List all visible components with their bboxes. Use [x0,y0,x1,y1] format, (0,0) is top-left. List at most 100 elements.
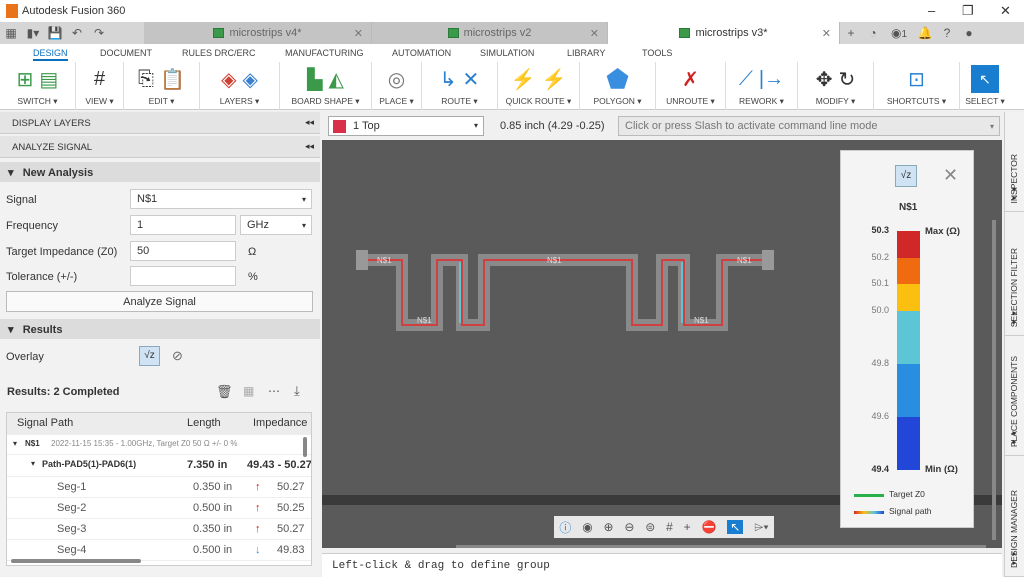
canvas-horizontal-scrollbar[interactable] [456,545,986,548]
segment-row[interactable]: Seg-3 0.350 in ↑ 50.27 [7,519,311,540]
legend-tick: 49.4 [871,464,889,474]
origin-icon[interactable]: + [684,520,691,534]
display-layers-header[interactable]: DISPLAY LAYERS ◂◂ [0,112,320,134]
layer-select[interactable]: 1 Top ▾ [328,116,484,136]
tab-microstrips-v2[interactable]: microstrips v2 ✕ [372,22,608,44]
tab-automation[interactable]: AUTOMATION [392,44,451,58]
help-icon[interactable]: ? [936,26,958,40]
tolerance-input[interactable] [130,266,236,286]
tab-library[interactable]: LIBRARY [567,44,605,58]
quick-route-group[interactable]: ⚡ ⚡ QUICK ROUTE ▾ [498,62,580,110]
segment-impedance: 50.25 [277,502,305,514]
place-group[interactable]: ◎ PLACE ▾ [372,62,422,110]
col-length[interactable]: Length [187,417,221,429]
select-group[interactable]: ↖ SELECT ▾ [960,62,1010,110]
display-settings-icon[interactable]: ⌲▾ [754,520,768,535]
pad-5 [356,250,368,270]
expand-icon[interactable]: ▾ [13,439,17,448]
legend-band [897,284,920,311]
switch-group[interactable]: ⊞ ▤ SWITCH ▾ [0,62,76,110]
close-button[interactable]: ✕ [1000,3,1011,19]
segment-row[interactable]: Seg-2 0.500 in ↑ 50.25 [7,498,311,519]
new-tab-icon[interactable]: + [840,26,862,40]
restore-button[interactable]: ❐ [962,3,974,19]
stop-icon[interactable]: ⛔ [701,520,716,534]
redo-icon[interactable]: ↷ [88,26,110,40]
rework-group[interactable]: ⟋ |→ REWORK ▾ [726,62,798,110]
polygon-group[interactable]: ⬟ POLYGON ▾ [580,62,656,110]
notification-bell-icon[interactable]: 🔔 [914,26,936,40]
col-impedance[interactable]: Impedance [253,417,307,429]
unroute-group[interactable]: ✗ UNROUTE ▾ [656,62,726,110]
overlay-on-icon[interactable]: √z [139,346,160,366]
delete-icon[interactable]: 🗑 [216,384,233,400]
tab-simulation[interactable]: SIMULATION [480,44,534,58]
tab-tools[interactable]: TOOLS [642,44,672,58]
segment-row[interactable]: Seg-1 0.350 in ↑ 50.27 [7,477,311,498]
design-manager-tab[interactable]: ◂◂ DESIGN MANAGER [1005,456,1024,577]
tab-manufacturing[interactable]: MANUFACTURING [285,44,364,58]
path-row[interactable]: ▾ Path-PAD5(1)-PAD6(1) 7.350 in 49.43 - … [7,455,312,477]
tab-microstrips-v3[interactable]: microstrips v3* ✕ [608,22,840,44]
layers-group[interactable]: ◈ ◈ LAYERS ▾ [200,62,280,110]
close-tab-icon[interactable]: ✕ [822,27,831,40]
quick-route-airwire-icon: ⚡ [541,68,567,91]
file-menu-icon[interactable]: ▮▾ [22,26,44,40]
grid-icon[interactable]: # [666,520,673,534]
selection-filter-tab[interactable]: ◂◂ SELECTION FILTER [1005,212,1024,336]
info-icon[interactable]: ⓘ [559,519,571,536]
board-shape-group[interactable]: ▙ ◭ BOARD SHAPE ▾ [280,62,372,110]
close-legend-icon[interactable]: ✕ [943,165,958,186]
undo-icon[interactable]: ↶ [66,26,88,40]
select-mode-icon[interactable]: ↖ [727,520,744,534]
overlay-off-icon[interactable]: ⊘ [172,348,183,364]
group-label: UNROUTE ▾ [666,96,715,106]
shortcuts-group[interactable]: ⊡ SHORTCUTS ▾ [874,62,960,110]
zoom-fit-icon[interactable]: ⊜ [645,520,655,534]
close-tab-icon[interactable]: ✕ [354,27,363,40]
new-analysis-section[interactable]: ▾ New Analysis [0,162,320,182]
canvas-vertical-scrollbar[interactable] [992,220,996,540]
zoom-in-icon[interactable]: ⊕ [604,520,614,534]
results-section[interactable]: ▾ Results [0,319,320,339]
apps-grid-icon[interactable]: ▦ [0,26,22,40]
route-group[interactable]: ↳ ✕ ROUTE ▾ [422,62,498,110]
collapse-icon[interactable]: ◂◂ [305,117,314,128]
signal-select[interactable]: N$1 ▾ [130,189,312,209]
segment-row[interactable]: Seg-4 0.500 in ↓ 49.83 [7,540,311,561]
tab-design[interactable]: DESIGN [33,44,68,61]
expand-icon[interactable]: ▾ [31,459,35,468]
zoom-out-icon[interactable]: ⊖ [624,520,634,534]
columns-icon[interactable]: ⋯ [268,384,280,398]
frequency-input[interactable]: 1 [130,215,236,235]
frequency-unit-select[interactable]: GHz ▾ [240,215,312,235]
edit-group[interactable]: ⎘ 📋 EDIT ▾ [124,62,200,110]
close-tab-icon[interactable]: ✕ [590,27,599,40]
tab-document[interactable]: DOCUMENT [100,44,152,58]
net-row[interactable]: ▾ N$1 2022-11-15 15:35 - 1.00GHz, Target… [7,435,311,455]
command-line-input[interactable]: Click or press Slash to activate command… [618,116,1000,136]
orbit-icon[interactable]: ◉ [582,520,592,534]
jobs-icon[interactable]: ◉1 [884,26,914,40]
overlay-icon[interactable]: √z [895,165,917,187]
col-signal-path[interactable]: Signal Path [17,417,73,429]
place-components-tab[interactable]: ◂◂ PLACE COMPONENTS [1005,336,1024,456]
view-group[interactable]: # VIEW ▾ [76,62,124,110]
modify-group[interactable]: ✥ ↻ MODIFY ▾ [798,62,874,110]
minimize-button[interactable]: – [928,3,935,18]
tab-rules[interactable]: RULES DRC/ERC [182,44,256,58]
analyze-signal-header[interactable]: ANALYZE SIGNAL ◂◂ [0,136,320,158]
sync-icon[interactable]: ◔ [862,26,884,40]
impedance-input[interactable]: 50 [130,241,236,261]
inspector-tab[interactable]: ◂◂ INSPECTOR [1005,112,1024,212]
vertical-scrollbar[interactable] [303,437,307,457]
table-view-icon[interactable]: ▦ [243,384,254,398]
horizontal-scrollbar[interactable] [11,559,141,563]
path-impedance: 49.43 - 50.27 [247,459,312,471]
export-icon[interactable]: ⤓ [294,383,300,399]
save-icon[interactable]: 💾 [44,26,66,40]
tab-microstrips-v4[interactable]: microstrips v4* ✕ [144,22,372,44]
avatar[interactable]: ● [958,26,980,40]
analyze-signal-button[interactable]: Analyze Signal [6,291,313,312]
collapse-icon[interactable]: ◂◂ [305,141,314,152]
